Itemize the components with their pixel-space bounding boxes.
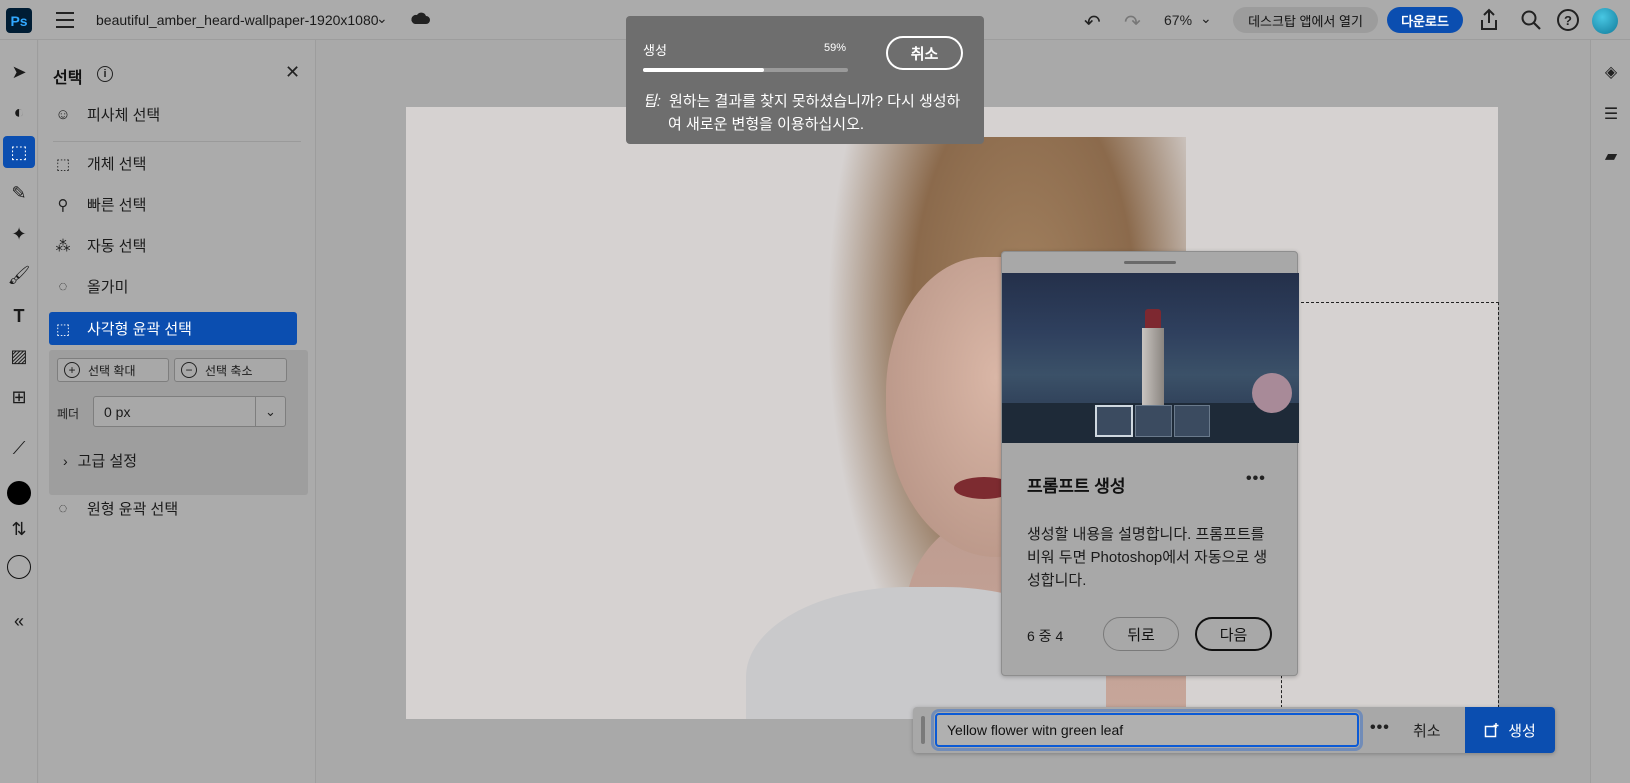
rect-marquee-icon: ⬚ — [55, 320, 71, 338]
healing-icon[interactable]: ✎ — [3, 177, 35, 209]
subject-icon: ☺ — [55, 106, 71, 123]
right-toolbar: ◈ ☰ ▰ — [1590, 40, 1630, 783]
prompt-tip-card: 프롬프트 생성 ••• 생성할 내용을 설명합니다. 프롬프트를 비워 두면 P… — [1001, 251, 1299, 676]
tip-image — [1002, 273, 1299, 443]
drag-handle[interactable] — [1124, 261, 1176, 264]
sidebar-item-label: 올가미 — [87, 279, 129, 296]
tip-prefix: 팁: — [643, 93, 661, 110]
help-icon[interactable]: ? — [1557, 9, 1579, 31]
layers-icon[interactable]: ◈ — [1600, 61, 1622, 83]
eyedropper-icon[interactable]: ⟋ — [3, 432, 35, 464]
image-add-icon[interactable]: ▨ — [3, 340, 35, 372]
sidebar-item-label: 피사체 선택 — [87, 107, 161, 124]
sidebar-item-label: 사각형 윤곽 선택 — [87, 321, 192, 338]
zoom-level[interactable]: 67% — [1164, 12, 1192, 28]
contract-selection-button[interactable]: − 선택 축소 — [174, 358, 287, 382]
selection-panel: 선택 i ✕ ☺ 피사체 선택 ⬚ 개체 선택 ⚲ 빠른 선택 ⁂ 자동 선택 … — [39, 40, 316, 783]
type-icon[interactable]: T — [3, 300, 35, 332]
document-title[interactable]: beautiful_amber_heard-wallpaper-1920x108… — [96, 12, 379, 28]
card-body: 생성할 내용을 설명합니다. 프롬프트를 비워 두면 Photoshop에서 자… — [1027, 526, 1268, 589]
magic-wand-icon: ⁂ — [55, 237, 71, 255]
plus-circle-icon: + — [64, 362, 80, 378]
info-icon[interactable]: i — [97, 66, 113, 82]
sidebar-item-ellipse-marquee[interactable]: ◌ 원형 윤곽 선택 — [49, 492, 297, 525]
left-toolbar: ➤ ◐ ⬚ ✎ ✦ 🖌 T ▨ ⊞ ⟋ ⇅ « — [0, 40, 38, 783]
share-icon[interactable] — [1478, 8, 1500, 32]
tip-text: 팁: 원하는 결과를 찾지 못하셨습니까? 다시 생성하여 새로운 변형을 이용하… — [643, 93, 961, 133]
expand-selection-button[interactable]: + 선택 확대 — [57, 358, 169, 382]
advanced-settings-toggle[interactable]: › 고급 설정 — [63, 450, 137, 471]
divider — [53, 141, 301, 142]
cancel-button[interactable]: 취소 — [1413, 720, 1441, 741]
more-options-icon[interactable]: ••• — [1370, 719, 1390, 737]
sidebar-item-label: 원형 윤곽 선택 — [87, 501, 179, 518]
quick-select-icon: ⚲ — [57, 196, 69, 214]
chevron-right-icon: › — [63, 453, 68, 469]
ellipse-marquee-icon: ◌ — [58, 500, 68, 517]
brush-icon[interactable]: 🖌 — [3, 259, 35, 291]
select-arrow-icon[interactable]: ➤ — [3, 56, 35, 88]
step-indicator: 6 중 4 — [1027, 628, 1064, 644]
progress-label: 생성 — [643, 43, 667, 58]
cloud-icon[interactable] — [410, 11, 430, 25]
properties-icon[interactable]: ☰ — [1600, 103, 1622, 125]
sidebar-item-label: 빠른 선택 — [87, 197, 147, 214]
comments-icon[interactable]: ▰ — [1600, 145, 1622, 167]
chevron-down-icon[interactable]: ⌄ — [255, 396, 286, 427]
drag-handle[interactable] — [921, 716, 925, 744]
prompt-input[interactable] — [931, 709, 1363, 751]
zoom-chevron-icon[interactable]: ⌄ — [1200, 10, 1212, 27]
open-in-desktop-button[interactable]: 데스크탑 앱에서 열기 — [1233, 7, 1378, 33]
sidebar-item-label: 개체 선택 — [87, 156, 147, 173]
minus-circle-icon: − — [181, 362, 197, 378]
generative-prompt-bar: ••• 취소 생성 — [913, 707, 1555, 753]
adjust-icon[interactable]: ◐ — [3, 96, 35, 128]
card-title: 프롬프트 생성 — [1027, 477, 1126, 496]
sidebar-item-subject[interactable]: ☺ 피사체 선택 — [49, 98, 297, 131]
image-thumbnails — [1095, 405, 1210, 437]
generation-progress-toast: 생성 59% 취소 팁: 원하는 결과를 찾지 못하셨습니까? 다시 생성하여 새… — [626, 16, 984, 144]
add-shape-icon[interactable]: ⊞ — [3, 381, 35, 413]
collapse-icon[interactable]: « — [3, 605, 35, 637]
swap-colors-icon[interactable]: ⇅ — [3, 513, 35, 545]
object-select-icon: ⬚ — [55, 155, 71, 173]
feather-label: 페더 — [57, 407, 80, 421]
more-options-icon[interactable]: ••• — [1246, 470, 1266, 488]
photoshop-logo[interactable]: Ps — [6, 8, 32, 33]
download-button[interactable]: 다운로드 — [1387, 7, 1463, 33]
avatar[interactable] — [1592, 8, 1618, 34]
progress-percent: 59% — [824, 42, 847, 54]
sidebar-item-rect-marquee[interactable]: ⬚ 사각형 윤곽 선택 — [49, 312, 297, 345]
generate-icon — [1484, 723, 1499, 738]
undo-icon[interactable]: ↶ — [1084, 10, 1101, 35]
foreground-color-icon[interactable] — [3, 477, 35, 509]
rect-marquee-tool-icon[interactable]: ⬚ — [3, 136, 35, 168]
marquee-selection[interactable] — [1281, 302, 1499, 718]
lasso-icon: ◌ — [58, 278, 68, 295]
menu-icon[interactable] — [56, 12, 74, 28]
sidebar-item-label: 자동 선택 — [87, 238, 147, 255]
background-color-icon[interactable] — [3, 551, 35, 583]
image-tree — [1252, 373, 1292, 413]
marquee-options: + 선택 확대 − 선택 축소 페더 0 px ⌄ › 고급 설정 — [49, 350, 308, 495]
close-icon[interactable]: ✕ — [285, 62, 300, 83]
sidebar-item-lasso[interactable]: ◌ 올가미 — [49, 270, 297, 303]
next-button[interactable]: 다음 — [1195, 617, 1272, 651]
generative-icon[interactable]: ✦ — [3, 218, 35, 250]
sidebar-item-quick[interactable]: ⚲ 빠른 선택 — [49, 188, 297, 221]
cancel-generation-button[interactable]: 취소 — [886, 36, 963, 70]
progress-bar — [643, 68, 848, 72]
progress-bar-fill — [643, 68, 764, 72]
search-icon[interactable] — [1520, 9, 1542, 31]
redo-icon[interactable]: ↷ — [1124, 10, 1141, 35]
panel-title: 선택 — [53, 70, 83, 87]
feather-input[interactable]: 0 px — [93, 396, 256, 427]
generate-button[interactable]: 생성 — [1465, 707, 1555, 753]
sidebar-item-object[interactable]: ⬚ 개체 선택 — [49, 147, 297, 180]
back-button[interactable]: 뒤로 — [1103, 617, 1179, 651]
sidebar-item-magic-wand[interactable]: ⁂ 자동 선택 — [49, 229, 297, 262]
image-lighthouse-top — [1145, 309, 1161, 329]
chevron-down-icon[interactable]: ⌄ — [376, 10, 388, 27]
